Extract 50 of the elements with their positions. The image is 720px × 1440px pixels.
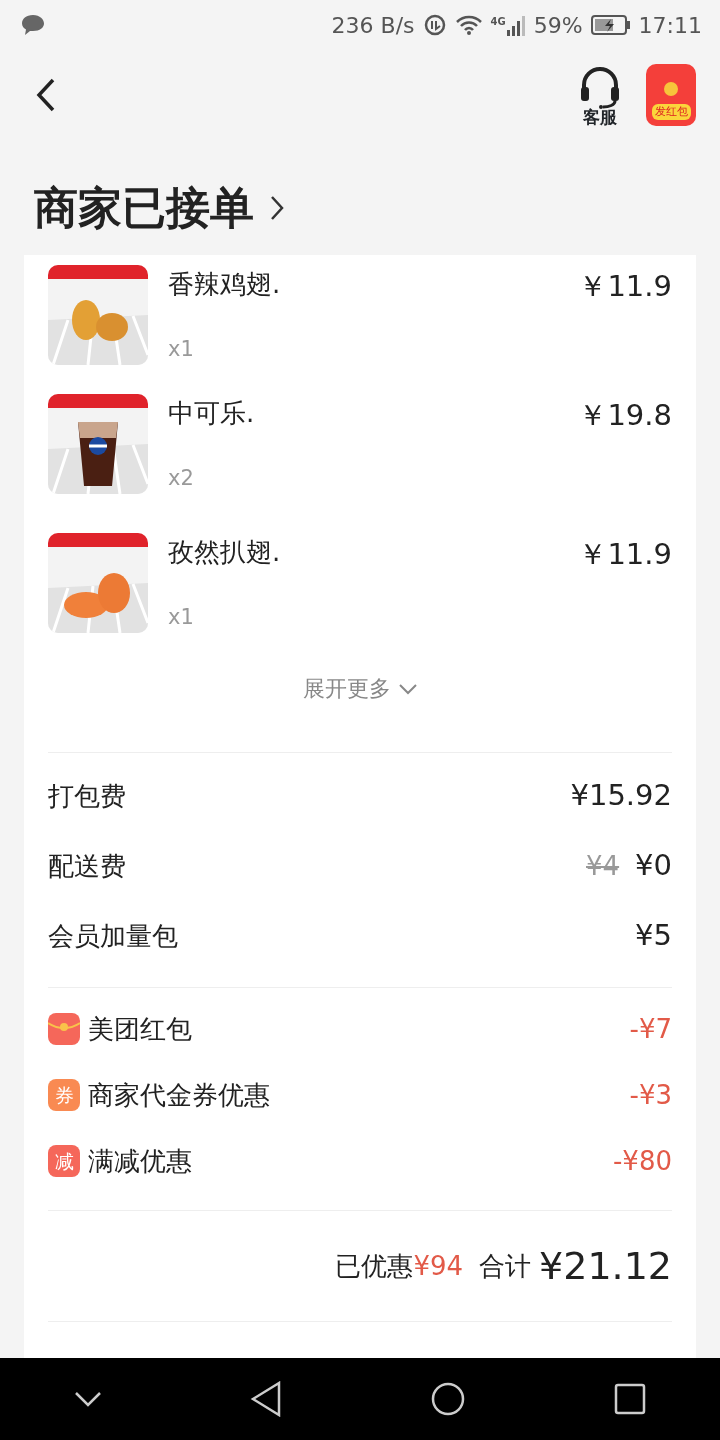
order-status-title[interactable]: 商家已接单: [34, 174, 254, 241]
item-price: ￥19.8: [578, 397, 672, 434]
discount-amount: -¥7: [629, 1012, 672, 1046]
fee-amount: ¥0: [635, 847, 672, 885]
saved-label: 已优惠: [335, 1249, 414, 1283]
back-icon[interactable]: [250, 1381, 282, 1417]
discount-label: 商家代金券优惠: [88, 1078, 271, 1112]
home-icon[interactable]: [430, 1381, 466, 1417]
total-amount: ¥21.12: [539, 1242, 672, 1290]
discount-amount: -¥80: [613, 1144, 672, 1178]
chat-icon: [20, 13, 46, 37]
discount-badge: 减: [48, 1145, 80, 1177]
coin-icon: [664, 82, 678, 96]
battery-percent: 59%: [533, 11, 583, 40]
data-saver-icon: [422, 13, 447, 37]
network-type: 4G: [490, 15, 506, 29]
customer-service-button[interactable]: 客服: [578, 64, 622, 126]
headset-icon: [578, 64, 622, 109]
saved-amount: ¥94: [413, 1249, 464, 1283]
item-name: 孜然扒翅.: [168, 536, 282, 569]
discount-badge: 券: [48, 1079, 80, 1111]
chevron-down-icon: [399, 682, 417, 695]
original-price: ¥4: [586, 849, 620, 883]
total-label: 合计: [479, 1249, 532, 1283]
back-button[interactable]: [36, 78, 56, 112]
expand-more-link[interactable]: 展开更多: [303, 672, 417, 705]
discount-label: 美团红包: [88, 1012, 193, 1046]
fee-amount: ¥15.92: [570, 777, 672, 815]
fee-label: 会员加量包: [48, 919, 179, 953]
signal-icon: [505, 14, 526, 36]
fee-amount: ¥5: [635, 917, 672, 955]
chevron-right-icon: [270, 194, 284, 221]
discount-label: 满减优惠: [88, 1144, 193, 1178]
fee-label: 配送费: [48, 849, 127, 883]
item-price: ￥11.9: [578, 268, 672, 305]
item-name: 香辣鸡翅.: [168, 268, 282, 301]
item-price: ￥11.9: [578, 536, 672, 573]
network-speed: 236 B/s: [331, 11, 415, 40]
discount-amount: -¥3: [629, 1078, 672, 1112]
battery-icon: [590, 14, 631, 36]
item-quantity: x2: [168, 464, 195, 492]
clock: 17:11: [638, 11, 702, 40]
back-icon: [36, 78, 56, 112]
item-name: 中可乐.: [168, 397, 256, 430]
recent-apps-icon[interactable]: [614, 1383, 646, 1415]
chevron-down-icon[interactable]: [74, 1391, 102, 1407]
wifi-icon: [454, 14, 483, 36]
fee-label: 打包费: [48, 779, 127, 813]
item-quantity: x1: [168, 603, 195, 631]
item-quantity: x1: [168, 335, 195, 363]
